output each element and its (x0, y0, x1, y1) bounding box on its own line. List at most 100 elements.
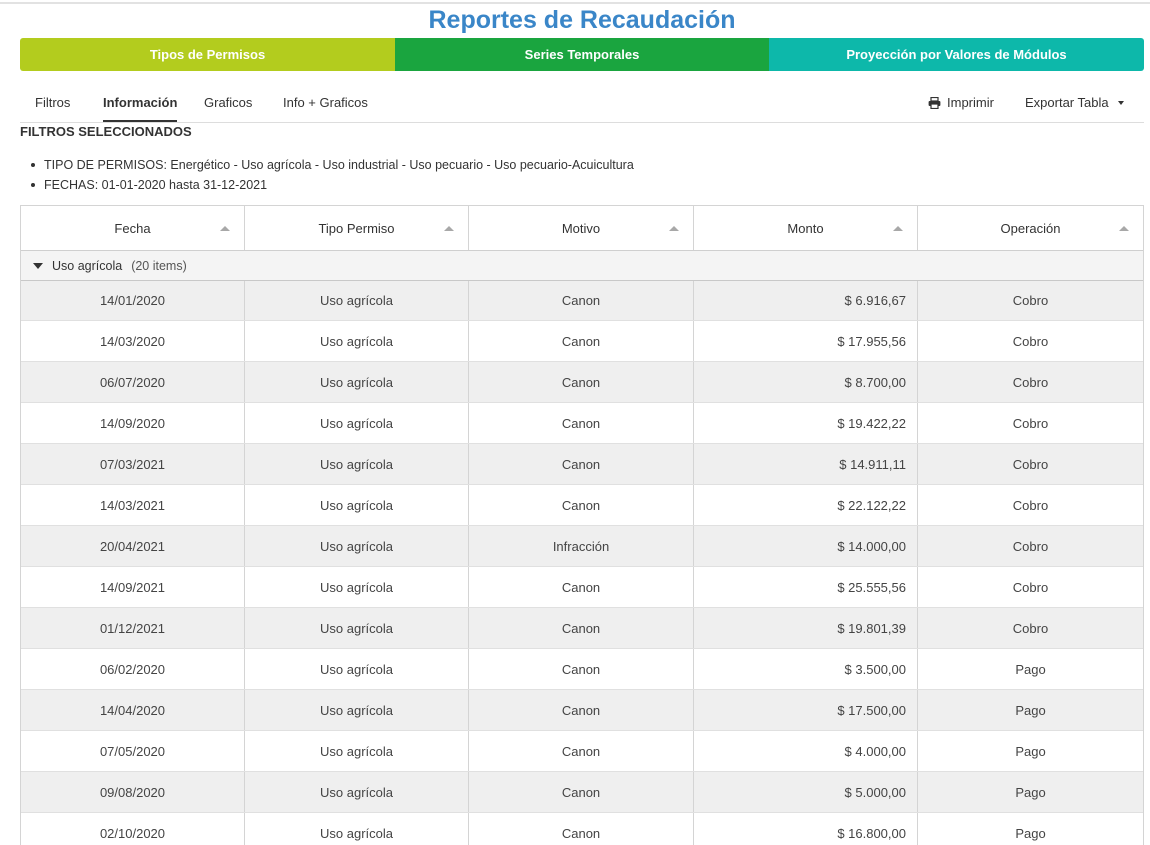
cell-operacion: Pago (1015, 661, 1046, 677)
table-row[interactable]: 06/02/2020 Uso agrícola Canon $ 3.500,00 Pag… (21, 649, 1143, 690)
band-proyeccion-modulos[interactable]: Proyección por Valores de Módulos (769, 38, 1144, 71)
table-row[interactable]: 02/10/2020 Uso agrícola Canon $ 16.800,00 Pa… (21, 813, 1143, 845)
cell-tipo-permiso: Uso agrícola (245, 649, 469, 689)
cell-operacion: Cobro (1012, 415, 1049, 431)
cell-monto: $ 19.801,39 (694, 608, 918, 648)
band-tipos-de-permisos[interactable]: Tipos de Permisos (20, 38, 395, 71)
cell-motivo: Canon (469, 281, 694, 320)
cell-fecha: 14/01/2020 (21, 281, 245, 320)
cell-tipo-permiso: Uso agrícola (245, 731, 469, 771)
print-label: Imprimir (947, 95, 994, 110)
cell-operacion: Cobro (1012, 374, 1049, 390)
cell-motivo: Canon (469, 362, 694, 402)
cell-operacion: Cobro (1012, 579, 1049, 595)
cell-fecha: 14/03/2021 (21, 485, 245, 525)
filters-list: TIPO DE PERMISOS: Energético - Uso agríc… (31, 155, 634, 195)
column-header-operacion[interactable]: Operación (918, 206, 1143, 250)
table-row[interactable]: 09/08/2020 Uso agrícola Canon $ 5.000,00 Pag… (21, 772, 1143, 813)
column-header-tipo-permiso[interactable]: Tipo Permiso (245, 206, 469, 250)
cell-operacion: Cobro (1012, 497, 1049, 513)
page-title: Reportes de Recaudación (428, 6, 736, 34)
cell-operacion: Cobro (1012, 333, 1049, 349)
cell-operacion: Pago (1015, 784, 1046, 800)
tab-informacion[interactable]: Información (103, 84, 178, 122)
cell-operacion: Cobro (1012, 620, 1049, 636)
cell-motivo: Canon (469, 321, 694, 361)
cell-fecha: 06/02/2020 (21, 649, 245, 689)
table-row[interactable]: 14/01/2020 Uso agrícola Canon $ 6.916,67 Cob… (21, 281, 1143, 321)
group-name: Uso agrícola (52, 258, 123, 273)
top-divider (0, 2, 1150, 4)
group-row[interactable]: Uso agrícola (20 items) (21, 251, 1143, 281)
table-row[interactable]: 07/05/2020 Uso agrícola Canon $ 4.000,00 Pag… (21, 731, 1143, 772)
cell-tipo-permiso: Uso agrícola (245, 362, 469, 402)
cell-tipo-permiso: Uso agrícola (245, 321, 469, 361)
table-row[interactable]: 14/09/2021 Uso agrícola Canon $ 25.555,56 Co… (21, 567, 1143, 608)
cell-fecha: 14/09/2021 (21, 567, 245, 607)
cell-fecha: 02/10/2020 (21, 813, 245, 845)
cell-tipo-permiso: Uso agrícola (245, 403, 469, 443)
cell-operacion: Cobro (1012, 538, 1049, 554)
cell-fecha: 14/04/2020 (21, 690, 245, 730)
cell-motivo: Canon (469, 403, 694, 443)
cell-fecha: 07/03/2021 (21, 444, 245, 484)
band-series-temporales[interactable]: Series Temporales (395, 38, 769, 71)
cell-monto: $ 22.122,22 (694, 485, 918, 525)
cell-tipo-permiso: Uso agrícola (245, 485, 469, 525)
export-table-button[interactable]: Exportar Tabla (1025, 84, 1124, 122)
cell-tipo-permiso: Uso agrícola (245, 772, 469, 812)
table-row[interactable]: 20/04/2021 Uso agrícola Infracción $ 14.000… (21, 526, 1143, 567)
cell-motivo: Canon (469, 444, 694, 484)
table-row[interactable]: 07/03/2021 Uso agrícola Canon $ 14.911,11 Co… (21, 444, 1143, 485)
report-type-bar: Tipos de Permisos Series Temporales Proy… (20, 38, 1144, 71)
tab-info-graficos[interactable]: Info + Graficos (283, 84, 368, 122)
grid-body: 14/01/2020 Uso agrícola Canon $ 6.916,67 Cob… (21, 281, 1143, 845)
column-header-motivo[interactable]: Motivo (469, 206, 694, 250)
cell-tipo-permiso: Uso agrícola (245, 813, 469, 845)
column-header-label: Tipo Permiso (318, 220, 395, 236)
cell-fecha: 06/07/2020 (21, 362, 245, 402)
tab-graficos[interactable]: Graficos (204, 84, 252, 122)
sort-icon[interactable] (1119, 226, 1129, 231)
table-row[interactable]: 06/07/2020 Uso agrícola Canon $ 8.700,00 Cob… (21, 362, 1143, 403)
filter-item-fechas: FECHAS: 01-01-2020 hasta 31-12-2021 (31, 175, 634, 195)
sort-icon[interactable] (669, 226, 679, 231)
cell-monto: $ 6.916,67 (694, 281, 918, 320)
table-row[interactable]: 14/03/2020 Uso agrícola Canon $ 17.955,56 Co… (21, 321, 1143, 362)
cell-fecha: 14/03/2020 (21, 321, 245, 361)
column-header-monto[interactable]: Monto (694, 206, 918, 250)
sort-icon[interactable] (444, 226, 454, 231)
data-grid: Fecha Tipo Permiso Motivo Monto Operació… (20, 205, 1144, 845)
table-row[interactable]: 14/04/2020 Uso agrícola Canon $ 17.500,00 Pa… (21, 690, 1143, 731)
print-button[interactable]: Imprimir (928, 84, 994, 122)
cell-monto: $ 17.500,00 (694, 690, 918, 730)
table-row[interactable]: 14/03/2021 Uso agrícola Canon $ 22.122,22 Co… (21, 485, 1143, 526)
cell-motivo: Canon (469, 608, 694, 648)
cell-tipo-permiso: Uso agrícola (245, 608, 469, 648)
cell-fecha: 07/05/2020 (21, 731, 245, 771)
collapse-caret-icon[interactable] (33, 262, 43, 269)
export-label: Exportar Tabla (1025, 95, 1109, 110)
printer-icon (928, 97, 941, 109)
tab-filtros[interactable]: Filtros (35, 84, 70, 122)
column-header-fecha[interactable]: Fecha (21, 206, 245, 250)
cell-monto: $ 4.000,00 (694, 731, 918, 771)
cell-monto: $ 25.555,56 (694, 567, 918, 607)
column-header-label: Motivo (561, 220, 601, 236)
table-row[interactable]: 14/09/2020 Uso agrícola Canon $ 19.422,22 Co… (21, 403, 1143, 444)
cell-tipo-permiso: Uso agrícola (245, 526, 469, 566)
cell-tipo-permiso: Uso agrícola (245, 281, 469, 320)
cell-monto: $ 14.911,11 (694, 444, 918, 484)
sort-icon[interactable] (893, 226, 903, 231)
cell-monto: $ 19.422,22 (694, 403, 918, 443)
cell-tipo-permiso: Uso agrícola (245, 444, 469, 484)
grid-header: Fecha Tipo Permiso Motivo Monto Operació… (21, 206, 1143, 251)
cell-operacion: Pago (1015, 702, 1046, 718)
cell-motivo: Canon (469, 690, 694, 730)
table-row[interactable]: 01/12/2021 Uso agrícola Canon $ 19.801,39 Co… (21, 608, 1143, 649)
cell-fecha: 14/09/2020 (21, 403, 245, 443)
filters-title: FILTROS SELECCIONADOS (20, 124, 192, 139)
sort-icon[interactable] (220, 226, 230, 231)
cell-operacion: Cobro (1012, 293, 1049, 308)
cell-monto: $ 5.000,00 (694, 772, 918, 812)
